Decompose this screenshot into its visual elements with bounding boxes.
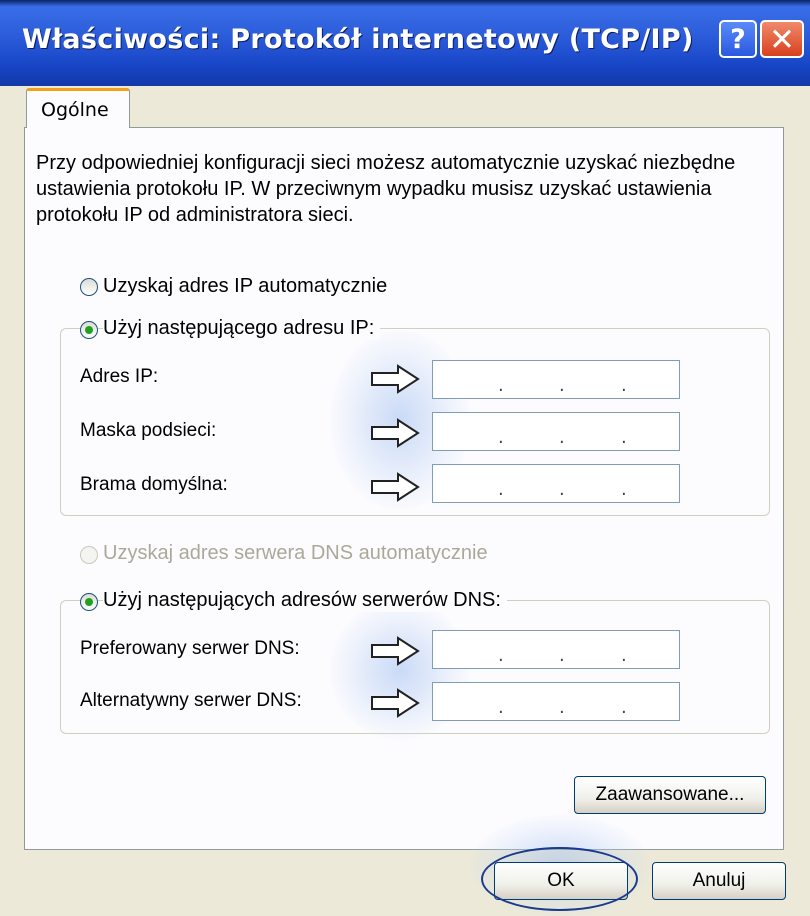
radio-dns-manual-label[interactable]: Użyj następujących adresów serwerów DNS: <box>103 589 507 612</box>
advanced-button[interactable]: Zaawansowane... <box>574 776 766 814</box>
window-title: Właściwości: Protokół internetowy (TCP/I… <box>22 24 694 55</box>
radio-ip-auto-label[interactable]: Uzyskaj adres IP automatycznie <box>103 275 394 298</box>
tab-general-label: Ogólne <box>41 99 109 121</box>
arrow-right-outline-icon <box>371 472 420 502</box>
highlight-ring <box>481 847 638 911</box>
arrow-right-outline-icon <box>371 636 420 666</box>
title-bar[interactable]: Właściwości: Protokół internetowy (TCP/I… <box>0 0 810 86</box>
ip-address-input[interactable]: . . . <box>432 360 680 399</box>
default-gateway-label: Brama domyślna: <box>80 474 228 495</box>
ip-address-label: Adres IP: <box>80 366 159 387</box>
preferred-dns-label: Preferowany serwer DNS: <box>80 638 300 659</box>
alternate-dns-label: Alternatywny serwer DNS: <box>80 690 302 711</box>
radio-ip-manual-label[interactable]: Użyj następującego adresu IP: <box>103 317 381 340</box>
description-text: Przy odpowiedniej konfiguracji sieci moż… <box>36 152 736 226</box>
help-icon: ? <box>730 24 746 55</box>
subnet-mask-input[interactable]: . . . <box>432 412 680 451</box>
radio-ip-manual[interactable] <box>80 321 98 339</box>
radio-dns-auto-label[interactable]: Uzyskaj adres serwera DNS automatycznie <box>103 542 494 565</box>
default-gateway-input[interactable]: . . . <box>432 464 680 503</box>
arrow-right-outline-icon <box>371 418 420 448</box>
radio-dns-auto[interactable] <box>80 546 98 564</box>
preferred-dns-input[interactable]: . . . <box>432 630 680 669</box>
alternate-dns-input[interactable]: . . . <box>432 682 680 721</box>
help-button[interactable]: ? <box>719 20 757 58</box>
radio-dns-manual[interactable] <box>80 593 98 611</box>
cancel-button[interactable]: Anuluj <box>652 862 786 900</box>
close-icon: ✕ <box>769 22 795 58</box>
arrow-right-outline-icon <box>371 688 420 718</box>
radio-ip-auto[interactable] <box>80 278 98 296</box>
arrow-right-outline-icon <box>371 364 420 394</box>
close-button[interactable]: ✕ <box>760 20 804 58</box>
tab-general[interactable]: Ogólne <box>26 88 130 128</box>
subnet-mask-label: Maska podsieci: <box>80 420 217 441</box>
